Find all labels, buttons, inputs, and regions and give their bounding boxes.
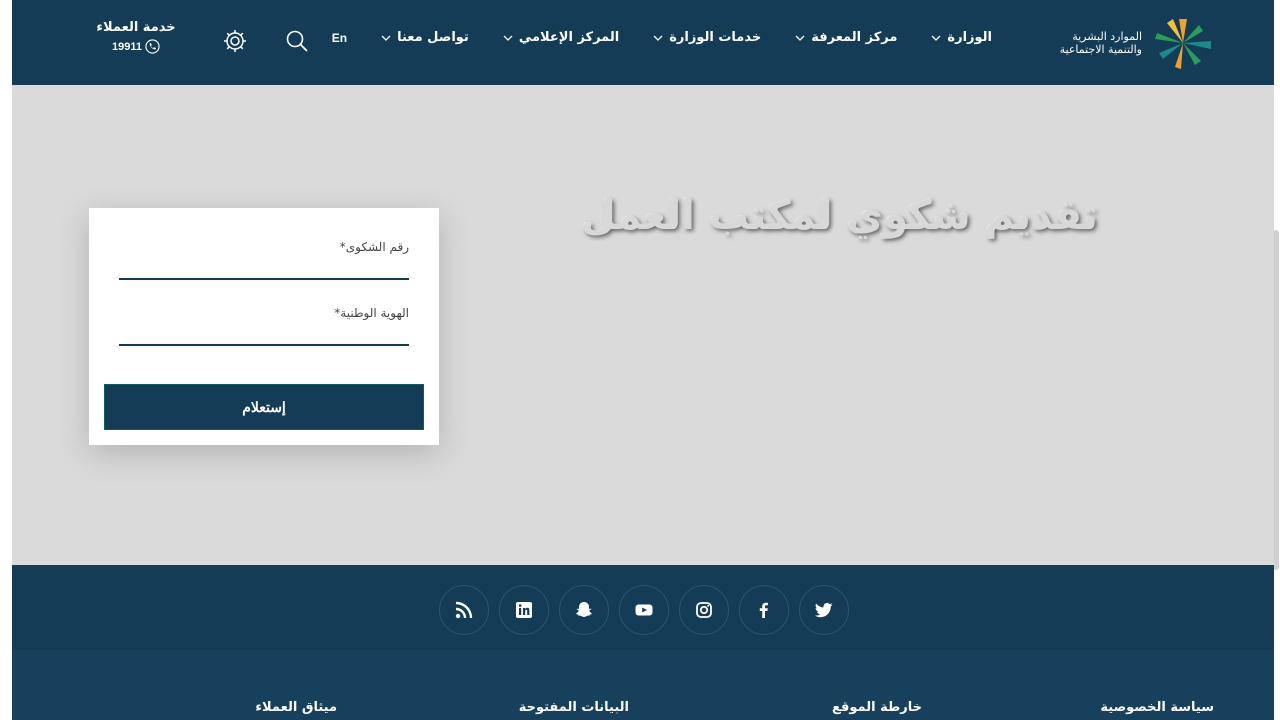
nav-item-label: الوزارة bbox=[947, 30, 992, 45]
nav-item-label: خدمات الوزارة bbox=[669, 30, 762, 45]
social-links bbox=[439, 585, 849, 635]
social-facebook-link[interactable] bbox=[739, 585, 789, 635]
social-bar bbox=[12, 565, 1274, 650]
nav-item-contact[interactable]: تواصل معنا bbox=[381, 30, 469, 45]
chevron-down-icon bbox=[381, 35, 391, 41]
main-nav: الوزارة مركز المعرفة خدمات الوزارة المرك… bbox=[298, 30, 992, 45]
logo-text: الموارد البشرية والتنمية الاجتماعية bbox=[1060, 30, 1142, 56]
social-snapchat-link[interactable] bbox=[559, 585, 609, 635]
ministry-logo[interactable]: الموارد البشرية والتنمية الاجتماعية bbox=[992, 16, 1216, 70]
footer-link-sitemap[interactable]: خارطة الموقع bbox=[832, 700, 922, 715]
nav-item-label: مركز المعرفة bbox=[811, 30, 898, 45]
main-section: تقديم شكوي لمكتب العمل رقم الشكوى* الهوي… bbox=[12, 85, 1274, 565]
social-youtube-link[interactable] bbox=[619, 585, 669, 635]
national-id-label: الهوية الوطنية* bbox=[334, 306, 409, 320]
complaint-number-field[interactable]: رقم الشكوى* bbox=[119, 234, 409, 280]
footer-link-customer-charter[interactable]: ميثاق العملاء bbox=[255, 700, 337, 715]
chevron-down-icon bbox=[795, 35, 805, 41]
nav-item-services[interactable]: خدمات الوزارة bbox=[653, 30, 761, 45]
youtube-icon bbox=[635, 604, 653, 616]
rss-icon bbox=[455, 601, 473, 619]
customer-service-phone: 19911 bbox=[86, 39, 186, 54]
snapchat-icon bbox=[576, 602, 592, 617]
settings-button[interactable] bbox=[222, 28, 248, 54]
footer-link-open-data[interactable]: البيانات المفتوحة bbox=[519, 700, 629, 715]
logo-line-1: الموارد البشرية bbox=[1072, 30, 1142, 43]
nav-item-ministry[interactable]: الوزارة bbox=[931, 30, 992, 45]
logo-star-icon bbox=[1155, 19, 1211, 69]
complaint-inquiry-form: رقم الشكوى* الهوية الوطنية* إستعلام bbox=[89, 208, 439, 445]
chevron-down-icon bbox=[653, 35, 663, 41]
social-rss-link[interactable] bbox=[439, 585, 489, 635]
phone-number: 19911 bbox=[112, 40, 142, 53]
gear-icon bbox=[224, 30, 246, 52]
nav-item-label: المركز الإعلامي bbox=[518, 30, 620, 45]
nav-item-label: تواصل معنا bbox=[397, 30, 469, 45]
site-footer: سياسة الخصوصية خارطة الموقع البيانات الم… bbox=[12, 650, 1274, 720]
social-instagram-link[interactable] bbox=[679, 585, 729, 635]
inquiry-submit-button[interactable]: إستعلام bbox=[104, 384, 424, 430]
search-icon bbox=[286, 30, 308, 52]
page-left-gutter bbox=[0, 0, 12, 720]
complaint-number-label: رقم الشكوى* bbox=[339, 240, 409, 254]
linkedin-icon bbox=[516, 602, 532, 618]
national-id-input[interactable] bbox=[119, 322, 409, 342]
customer-service[interactable]: خدمة العملاء 19911 bbox=[86, 20, 186, 54]
chevron-down-icon bbox=[503, 35, 513, 41]
language-switch[interactable]: En bbox=[332, 31, 347, 45]
nav-item-knowledge-center[interactable]: مركز المعرفة bbox=[795, 30, 897, 45]
complaint-number-input[interactable] bbox=[119, 256, 409, 276]
facebook-icon bbox=[759, 602, 768, 618]
logo-line-2: والتنمية الاجتماعية bbox=[1059, 43, 1142, 56]
phone-icon bbox=[145, 39, 160, 54]
nav-item-media-center[interactable]: المركز الإعلامي bbox=[503, 30, 619, 45]
chevron-down-icon bbox=[931, 35, 941, 41]
search-button[interactable] bbox=[284, 28, 310, 54]
social-linkedin-link[interactable] bbox=[499, 585, 549, 635]
social-twitter-link[interactable] bbox=[799, 585, 849, 635]
national-id-field[interactable]: الهوية الوطنية* bbox=[119, 300, 409, 346]
instagram-icon bbox=[696, 602, 712, 618]
footer-link-privacy[interactable]: سياسة الخصوصية bbox=[1100, 700, 1214, 715]
twitter-icon bbox=[814, 603, 833, 618]
page-title: تقديم شكوي لمكتب العمل bbox=[580, 193, 1098, 239]
site-header: الموارد البشرية والتنمية الاجتماعية الوز… bbox=[12, 0, 1274, 85]
customer-service-title: خدمة العملاء bbox=[96, 20, 176, 35]
